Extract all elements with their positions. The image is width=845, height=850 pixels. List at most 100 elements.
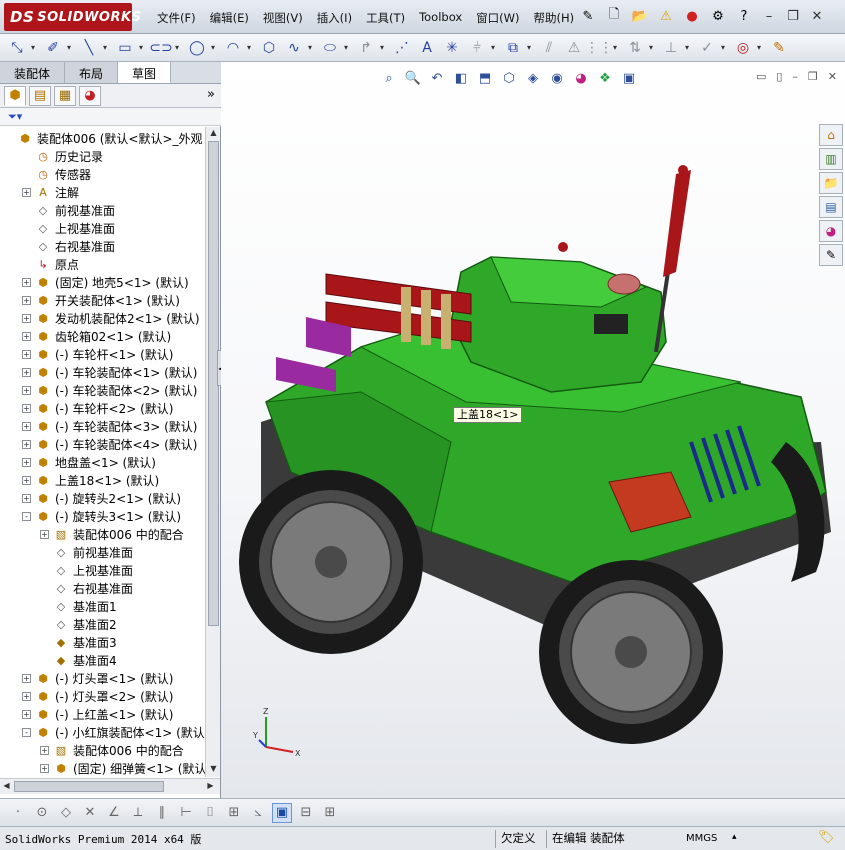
chevron-down-icon[interactable]: ▾ <box>527 43 535 52</box>
expand-icon[interactable]: + <box>22 457 31 467</box>
tree-item[interactable]: ◇ 上视基准面 <box>40 561 133 579</box>
expand-icon[interactable]: + <box>40 763 49 773</box>
tree-horizontal-scrollbar[interactable]: ◀ ▶ <box>0 778 220 794</box>
menu-insert[interactable]: 插入(I) <box>310 8 359 28</box>
menu-view[interactable]: 视图(V) <box>256 8 310 28</box>
open-folder-icon[interactable]: 📂 <box>630 6 650 26</box>
tree-item[interactable]: ◇ 前视基准面 <box>40 543 133 561</box>
notification-tag-icon[interactable]: 🏷 <box>818 830 835 845</box>
arc-icon[interactable]: ◠ <box>222 37 244 59</box>
display-manager-tab-icon[interactable]: ◕ <box>79 85 101 106</box>
rebuild-warning-icon[interactable]: ⚠ <box>656 6 676 26</box>
window-split-icon[interactable]: ⊟ <box>296 803 316 823</box>
chevron-down-icon[interactable]: ▾ <box>721 43 729 52</box>
expand-icon[interactable]: + <box>22 709 31 719</box>
tab-assembly[interactable]: 装配体 <box>0 62 66 83</box>
configuration-manager-tab-icon[interactable]: ▦ <box>54 85 76 106</box>
expand-icon[interactable]: + <box>22 349 31 359</box>
scroll-left-icon[interactable]: ◀ <box>1 781 12 793</box>
chevron-down-icon[interactable]: ▾ <box>491 43 499 52</box>
circle-icon[interactable]: ◯ <box>186 37 208 59</box>
solidworks-logo[interactable]: DS SOLIDWORKS <box>4 3 141 31</box>
tree-vertical-scrollbar[interactable]: ▲ ▼ <box>205 127 220 777</box>
sketch-icon[interactable]: ✐ <box>42 37 64 59</box>
tree-item[interactable]: + ⬢ (-) 车轮杆<2> (默认) <box>22 399 173 417</box>
tab-layout[interactable]: 布局 <box>65 62 119 83</box>
tree-item[interactable]: ⬢ 装配体006 (默认<默认>_外观 显 <box>4 129 205 147</box>
tree-item[interactable]: ◇ 右视基准面 <box>40 579 133 597</box>
tree-item[interactable]: + ⬢ (固定) 地壳5<1> (默认) <box>22 273 189 291</box>
relations-icon[interactable]: ⊥ <box>660 37 682 59</box>
tree-item[interactable]: + ▧ 装配体006 中的配合 <box>40 741 184 759</box>
convert-entities-icon[interactable]: ⧉ <box>502 37 524 59</box>
chevron-down-icon[interactable]: ▾ <box>31 43 39 52</box>
pin-icon[interactable]: ✎ <box>578 6 598 26</box>
expand-icon[interactable]: + <box>22 385 31 395</box>
tank-model[interactable] <box>221 62 845 798</box>
tree-item[interactable]: + ⬢ 上盖18<1> (默认) <box>22 471 159 489</box>
menu-edit[interactable]: 编辑(E) <box>203 8 256 28</box>
expand-icon[interactable]: + <box>22 367 31 377</box>
grid-dot-icon[interactable]: ⋰ <box>391 37 413 59</box>
tab-sketch[interactable]: 草图 <box>118 62 172 83</box>
offset-icon[interactable]: ⫽ <box>538 37 560 59</box>
spline-icon[interactable]: ∿ <box>283 37 305 59</box>
slot-icon[interactable]: ⊂⊃ <box>149 37 172 59</box>
mirror-icon[interactable]: ⚠ <box>563 37 585 59</box>
perpendicular-snap-icon[interactable]: ⟂ <box>128 803 148 823</box>
chevron-down-icon[interactable]: ▾ <box>103 43 111 52</box>
tree-item[interactable]: ↳ 原点 <box>22 255 79 273</box>
menu-window[interactable]: 窗口(W) <box>469 8 526 28</box>
chevron-down-icon[interactable]: ▾ <box>613 43 621 52</box>
tree-item[interactable]: + ⬢ (-) 旋转头2<1> (默认) <box>22 489 181 507</box>
scroll-right-icon[interactable]: ▶ <box>205 781 216 793</box>
text-icon[interactable]: A <box>416 37 438 59</box>
tree-item[interactable]: + ⬢ (-) 灯头罩<1> (默认) <box>22 669 173 687</box>
line-icon[interactable]: ╲ <box>78 37 100 59</box>
ellipse-icon[interactable]: ⬭ <box>319 37 341 59</box>
tree-item[interactable]: + ⬢ (-) 车轮装配体<2> (默认) <box>22 381 197 399</box>
chevron-down-icon[interactable]: ▾ <box>175 43 183 52</box>
grid-snap-icon[interactable]: ⊞ <box>224 803 244 823</box>
tangent-snap-icon[interactable]: ∠ <box>104 803 124 823</box>
chevron-down-icon[interactable]: ▾ <box>67 43 75 52</box>
menu-help[interactable]: 帮助(H) <box>527 8 582 28</box>
tree-item[interactable]: ◆ 基准面3 <box>40 633 117 651</box>
expand-icon[interactable]: + <box>22 691 31 701</box>
expand-icon[interactable]: + <box>22 475 31 485</box>
chevron-down-icon[interactable]: ▾ <box>757 43 765 52</box>
chevron-down-icon[interactable]: ▾ <box>649 43 657 52</box>
pattern-icon[interactable]: ⋮⋮ <box>585 37 613 59</box>
tree-filter[interactable]: ⏷▾ <box>0 108 221 126</box>
chevron-down-icon[interactable]: ▾ <box>685 43 693 52</box>
tree-item[interactable]: - ⬢ (-) 小红旗装配体<1> (默认) <box>22 723 205 741</box>
expand-icon[interactable]: + <box>22 277 31 287</box>
parallel-snap-icon[interactable]: ∥ <box>152 803 172 823</box>
tree-item[interactable]: + ⬢ 开关装配体<1> (默认) <box>22 291 180 309</box>
point-icon[interactable]: ✳ <box>441 37 463 59</box>
tree-item[interactable]: + ⬢ (-) 车轮杆<1> (默认) <box>22 345 173 363</box>
scroll-up-icon[interactable]: ▲ <box>208 128 219 140</box>
intersection-snap-icon[interactable]: ✕ <box>80 803 100 823</box>
window-tile-icon[interactable]: ⊞ <box>320 803 340 823</box>
tree-item[interactable]: + ⬢ 地盘盖<1> (默认) <box>22 453 156 471</box>
expand-icon[interactable]: + <box>22 439 31 449</box>
tree-item[interactable]: ◇ 前视基准面 <box>22 201 115 219</box>
scroll-down-icon[interactable]: ▼ <box>208 764 219 776</box>
expand-icon[interactable]: + <box>22 493 31 503</box>
angle-snap-icon[interactable]: ⦣ <box>248 803 268 823</box>
tree-item[interactable]: + ⬢ (-) 车轮装配体<3> (默认) <box>22 417 197 435</box>
scroll-thumb[interactable] <box>14 781 164 792</box>
repair-sketch-icon[interactable]: ✓ <box>696 37 718 59</box>
expand-icon[interactable]: + <box>22 673 31 683</box>
expand-icon[interactable]: + <box>22 313 31 323</box>
tree-item[interactable]: ◆ 基准面4 <box>40 651 117 669</box>
tree-item[interactable]: + ⬢ (-) 灯头罩<2> (默认) <box>22 687 173 705</box>
expand-icon[interactable]: + <box>22 403 31 413</box>
property-manager-tab-icon[interactable]: ▤ <box>29 85 51 106</box>
tree-item[interactable]: + ⬢ (固定) 细弹簧<1> (默认) <box>40 759 205 777</box>
tree-item[interactable]: + A 注解 <box>22 183 79 201</box>
chevron-down-icon[interactable]: ▾ <box>380 43 388 52</box>
tree-item[interactable]: ◷ 历史记录 <box>22 147 103 165</box>
graphics-area[interactable]: ⌕ 🔍 ↶ ◧ ⬒ ⬡ ◈ ◉ ◕ ❖ ▣ ▭ ▯ – ❐ ✕ ⌂ ▥ 📁 ▤ … <box>221 62 845 798</box>
